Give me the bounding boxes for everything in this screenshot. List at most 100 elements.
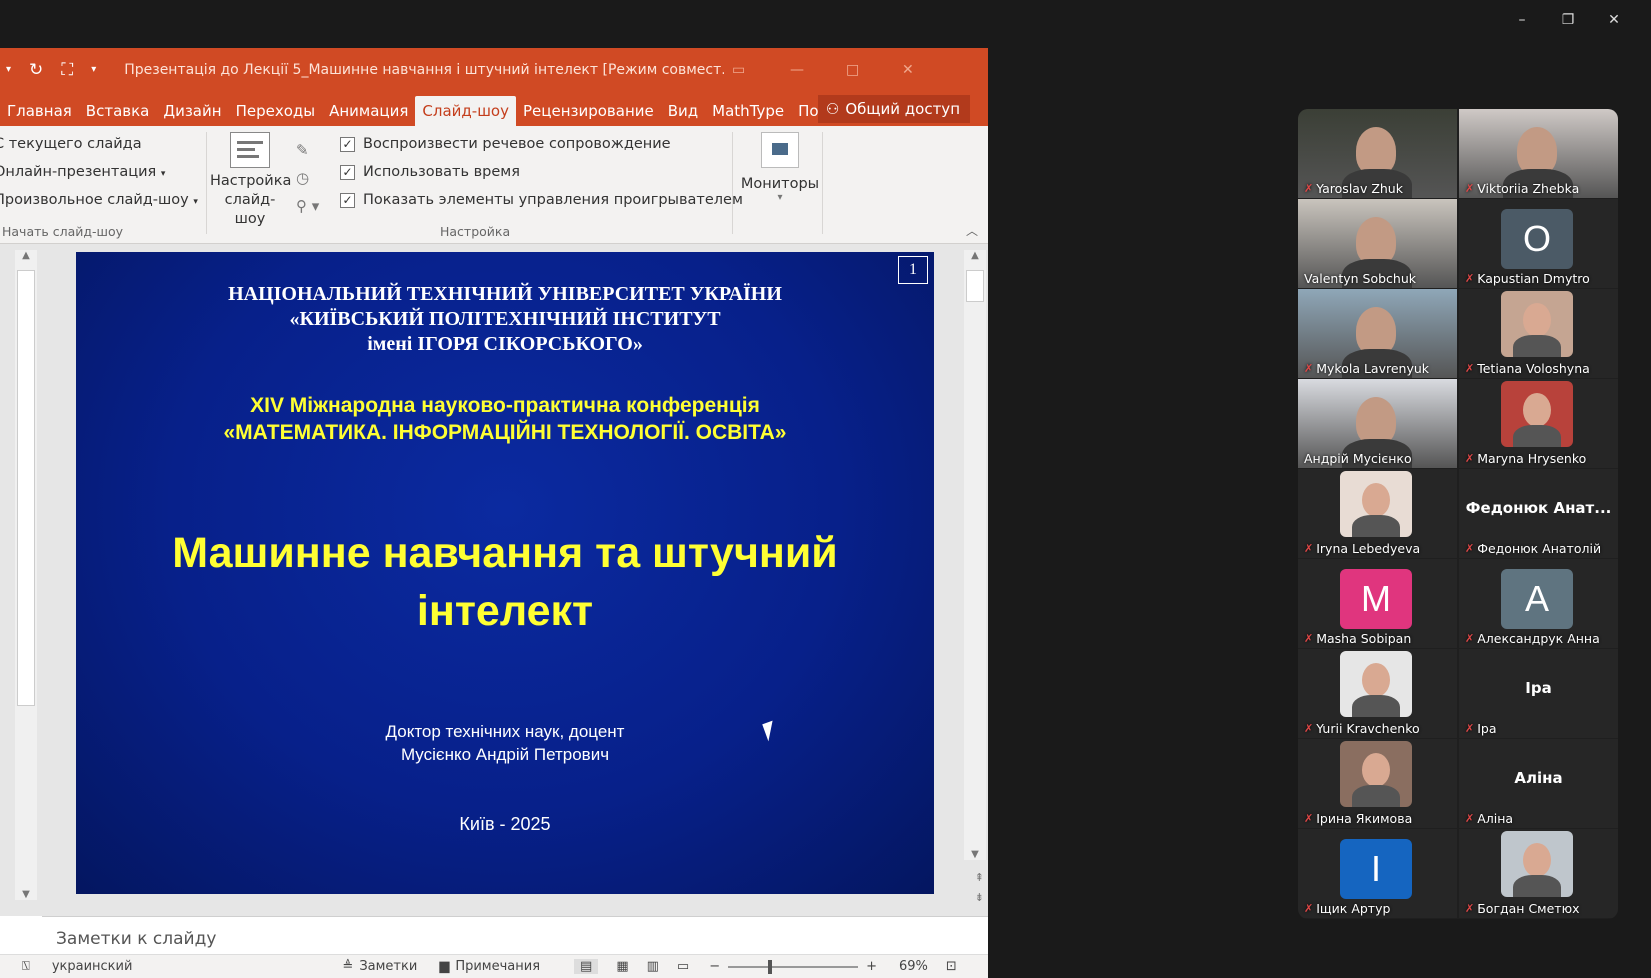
- start-item-2[interactable]: Произвольное слайд-шоу ▾: [0, 186, 198, 214]
- participant-name: ✗ Kapustian Dmytro: [1465, 271, 1590, 286]
- zoom-in-icon[interactable]: +: [866, 959, 877, 974]
- notes-icon[interactable]: ≜: [342, 959, 353, 974]
- dropdown-icon[interactable]: ▾: [6, 60, 11, 80]
- setup-check-2[interactable]: ✓ Показать элементы управления проигрыват…: [340, 186, 743, 214]
- participant-tile[interactable]: Андрій Мусієнко: [1298, 379, 1457, 468]
- participant-tile[interactable]: ✗ Mykola Lavrenyuk: [1298, 289, 1457, 378]
- slide-number: 1: [898, 256, 928, 284]
- zoom-out-icon[interactable]: −: [709, 959, 720, 974]
- setup-check-1[interactable]: ✓ Использовать время: [340, 158, 743, 186]
- participant-tile[interactable]: Федонюк Анат... ✗ Федонюк Анатолій: [1459, 469, 1618, 558]
- slide-nav-icons[interactable]: ⇞ ⇟: [975, 868, 984, 908]
- window-controls: – ❐ ✕: [1499, 8, 1637, 32]
- tab-6[interactable]: Рецензирование: [516, 96, 661, 126]
- reading-view-icon[interactable]: ▥: [647, 959, 659, 974]
- participant-tile[interactable]: Valentyn Sobchuk: [1298, 199, 1457, 288]
- tab-5[interactable]: Слайд-шоу: [415, 96, 516, 126]
- setup-check-0[interactable]: ✓ Воспроизвести речевое сопровождение: [340, 130, 743, 158]
- muted-mic-icon: ✗: [1465, 182, 1475, 195]
- rehearse-icon[interactable]: ◷: [296, 164, 319, 192]
- setup-slideshow-label: Настройка слайд-шоу: [210, 173, 292, 227]
- record-icon[interactable]: ✎: [296, 136, 319, 164]
- presentation-icon[interactable]: ⛶: [61, 60, 73, 80]
- monitor-icon: [761, 132, 799, 168]
- muted-mic-icon: ✗: [1465, 542, 1475, 555]
- checkbox-icon[interactable]: ✓: [340, 192, 355, 208]
- muted-mic-icon: ✗: [1304, 362, 1314, 375]
- participant-tile[interactable]: A ✗ Александрук Анна: [1459, 559, 1618, 648]
- participant-tile[interactable]: Іра ✗ Іра: [1459, 649, 1618, 738]
- slideshow-view-icon[interactable]: ▭: [677, 959, 689, 974]
- ppt-minimize-icon[interactable]: —: [790, 62, 804, 78]
- tab-7[interactable]: Вид: [661, 96, 705, 126]
- customize-icon[interactable]: ▾: [91, 60, 96, 80]
- tab-0[interactable]: Главная: [0, 96, 79, 126]
- comments-icon[interactable]: ▆: [439, 959, 449, 974]
- participant-tile[interactable]: ✗ Maryna Hrysenko: [1459, 379, 1618, 468]
- accessibility-icon[interactable]: ⍂: [22, 959, 30, 974]
- zoom-level[interactable]: 69%: [899, 959, 928, 974]
- redo-icon[interactable]: ↻: [29, 60, 43, 80]
- language-label[interactable]: украинский: [52, 959, 133, 974]
- right-scrollbar[interactable]: ▲ ▼: [964, 250, 986, 860]
- muted-mic-icon: ✗: [1465, 272, 1475, 285]
- slide-canvas[interactable]: 1 НАЦІОНАЛЬНИЙ ТЕХНІЧНИЙ УНІВЕРСИТЕТ УКР…: [76, 252, 934, 894]
- collapse-ribbon-icon[interactable]: ︿: [966, 222, 978, 239]
- participant-tile[interactable]: ✗ Ірина Якимова: [1298, 739, 1457, 828]
- participant-tile[interactable]: ✗ Yaroslav Zhuk: [1298, 109, 1457, 198]
- tab-4[interactable]: Анимация: [322, 96, 415, 126]
- notes-pane[interactable]: Заметки к слайду: [42, 916, 988, 956]
- slide-sorter-icon[interactable]: ▦: [616, 959, 628, 974]
- participant-tile[interactable]: M ✗ Masha Sobipan: [1298, 559, 1457, 648]
- participant-name: ✗ Masha Sobipan: [1304, 631, 1412, 646]
- notes-button[interactable]: Заметки: [359, 959, 417, 974]
- setup-checkboxes: ✓ Воспроизвести речевое сопровождение ✓ Исп…: [340, 130, 743, 214]
- start-item-0[interactable]: С текущего слайда: [0, 130, 198, 158]
- hide-slide-icon[interactable]: ⚲ ▾: [296, 192, 319, 220]
- participant-tile[interactable]: I ✗ Іщик Артур: [1298, 829, 1457, 918]
- muted-mic-icon: ✗: [1304, 182, 1314, 195]
- participant-tile[interactable]: O ✗ Kapustian Dmytro: [1459, 199, 1618, 288]
- ppt-maximize-icon[interactable]: □: [846, 62, 859, 78]
- ribbon-display-icon[interactable]: ▭: [732, 62, 745, 78]
- comments-button[interactable]: Примечания: [455, 959, 540, 974]
- checkbox-icon[interactable]: ✓: [340, 164, 355, 180]
- normal-view-icon[interactable]: ▤: [574, 959, 599, 974]
- zoom-slider[interactable]: [728, 959, 859, 974]
- muted-mic-icon: ✗: [1465, 452, 1475, 465]
- participant-name: ✗ Аліна: [1465, 811, 1514, 826]
- participant-tile[interactable]: Аліна ✗ Аліна: [1459, 739, 1618, 828]
- participant-display-name: Аліна: [1514, 769, 1563, 787]
- participant-name: Андрій Мусієнко: [1304, 451, 1412, 466]
- participant-name: ✗ Mykola Lavrenyuk: [1304, 361, 1430, 376]
- participant-tile[interactable]: ✗ Viktoriia Zhebka: [1459, 109, 1618, 198]
- participant-tile[interactable]: ✗ Tetiana Voloshyna: [1459, 289, 1618, 378]
- fit-slide-icon[interactable]: ⊡: [946, 959, 957, 974]
- tab-3[interactable]: Переходы: [229, 96, 323, 126]
- muted-mic-icon: ✗: [1465, 812, 1475, 825]
- left-scrollbar[interactable]: ▲ ▼: [15, 250, 37, 900]
- chevron-down-icon: ▾: [193, 197, 198, 207]
- ribbon-tabs: Главная Вставка Дизайн Переходы Анимация Слай…: [0, 92, 988, 126]
- start-item-1[interactable]: Онлайн-презентация ▾: [0, 158, 198, 186]
- setup-slideshow-button[interactable]: Настройка слайд-шоу: [210, 132, 292, 229]
- tab-2[interactable]: Дизайн: [156, 96, 228, 126]
- tab-1[interactable]: Вставка: [79, 96, 157, 126]
- participant-photo: [1501, 381, 1573, 447]
- checkbox-icon[interactable]: ✓: [340, 136, 355, 152]
- restore-button[interactable]: ❐: [1545, 8, 1591, 32]
- participant-tile[interactable]: ✗ Yurii Kravchenko: [1298, 649, 1457, 738]
- monitors-button[interactable]: Мониторы ▾: [738, 132, 822, 203]
- person-icon: ⚇: [825, 100, 840, 118]
- share-button[interactable]: ⚇ Общий доступ: [817, 95, 970, 123]
- close-button[interactable]: ✕: [1591, 8, 1637, 32]
- participant-name: ✗ Viktoriia Zhebka: [1465, 181, 1580, 196]
- slide-author: Доктор технічних наук, доцент Мусієнко Ан…: [385, 722, 625, 764]
- tab-8[interactable]: MathType: [705, 96, 791, 126]
- participant-avatar: A: [1501, 569, 1573, 629]
- minimize-button[interactable]: –: [1499, 8, 1545, 32]
- participant-tile[interactable]: ✗ Iryna Lebedyeva: [1298, 469, 1457, 558]
- ppt-close-icon[interactable]: ✕: [902, 62, 914, 78]
- participant-photo: [1501, 291, 1573, 357]
- participant-tile[interactable]: ✗ Богдан Сметюх: [1459, 829, 1618, 918]
